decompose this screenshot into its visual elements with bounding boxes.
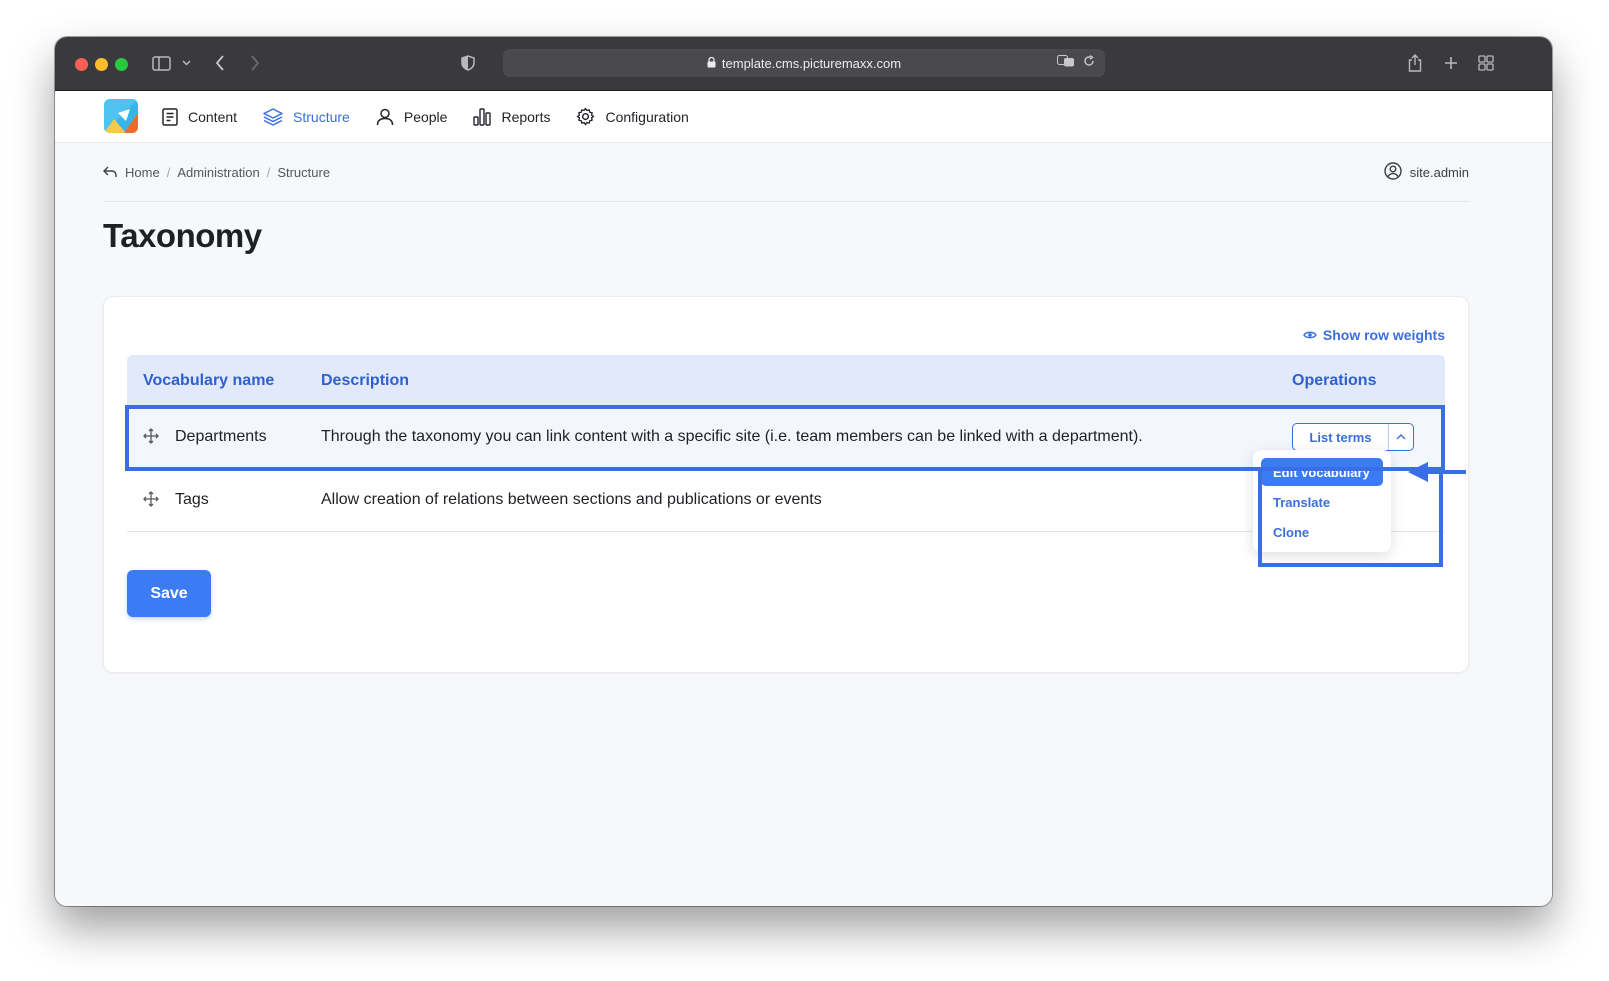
nav-item-reports[interactable]: Reports — [473, 107, 551, 126]
lock-icon — [707, 56, 716, 71]
vocabulary-description: Allow creation of relations between sect… — [321, 491, 822, 508]
save-button[interactable]: Save — [127, 570, 211, 617]
page-title: Taxonomy — [103, 217, 262, 254]
browser-toolbar: template.cms.picturemaxx.com — [55, 37, 1552, 91]
column-header-operations: Operations — [1292, 372, 1377, 389]
nav-item-label: People — [403, 108, 448, 125]
vocabulary-name: Tags — [175, 491, 209, 508]
column-header-name: Vocabulary name — [143, 372, 275, 389]
nav-item-label: Configuration — [605, 108, 689, 125]
drag-handle-icon[interactable] — [143, 491, 159, 512]
vocabulary-description: Through the taxonomy you can link conten… — [321, 428, 1143, 445]
table-row: Departments Through the taxonomy you can… — [127, 406, 1445, 469]
translate-link[interactable]: Translate — [1261, 488, 1383, 516]
nav-item-label: Reports — [501, 108, 551, 125]
drag-handle-icon[interactable] — [143, 428, 159, 449]
back-arrow-icon[interactable] — [103, 166, 117, 178]
edit-vocabulary-link[interactable]: Edit vocabulary — [1261, 458, 1383, 486]
user-circle-icon — [1384, 161, 1402, 183]
gear-icon — [576, 107, 595, 126]
zoom-window-button[interactable] — [115, 58, 128, 71]
bar-chart-icon — [473, 107, 492, 126]
share-icon[interactable] — [1405, 50, 1425, 76]
address-bar[interactable]: template.cms.picturemaxx.com — [503, 49, 1105, 77]
site-logo[interactable] — [104, 99, 138, 133]
chevron-down-icon[interactable] — [179, 50, 193, 76]
show-row-weights-label: Show row weights — [1322, 327, 1445, 343]
vocabulary-name: Departments — [175, 428, 267, 445]
person-icon — [376, 108, 394, 126]
tab-overview-icon[interactable] — [1476, 50, 1496, 76]
top-navigation: Content Structure People Reports Configu… — [55, 91, 1552, 143]
close-window-button[interactable] — [75, 58, 88, 71]
minimize-window-button[interactable] — [95, 58, 108, 71]
back-icon[interactable] — [210, 50, 230, 76]
chevron-up-icon[interactable] — [1389, 424, 1413, 450]
sidebar-icon[interactable] — [149, 50, 173, 76]
browser-window: template.cms.picturemaxx.com Content Str… — [55, 37, 1552, 906]
nav-item-label: Content — [188, 108, 238, 125]
nav-item-content[interactable]: Content — [162, 107, 238, 126]
breadcrumb: Home / Administration / Structure site.a… — [103, 143, 1469, 202]
document-icon — [162, 107, 178, 126]
table-row: Tags Allow creation of relations between… — [127, 469, 1445, 532]
nav-item-structure[interactable]: Structure — [263, 107, 350, 126]
shield-icon[interactable] — [458, 50, 478, 76]
operations-dropdown-menu: Edit vocabulary Translate Clone — [1253, 450, 1391, 552]
breadcrumb-separator: / — [266, 164, 271, 180]
show-row-weights-link[interactable]: Show row weights — [1303, 327, 1445, 343]
nav-item-people[interactable]: People — [376, 108, 448, 126]
breadcrumb-administration[interactable]: Administration — [177, 165, 259, 180]
breadcrumb-separator: / — [166, 164, 171, 180]
breadcrumb-structure[interactable]: Structure — [277, 165, 330, 180]
pointer-arrow-icon — [1406, 460, 1468, 489]
url-text: template.cms.picturemaxx.com — [721, 55, 902, 71]
reload-icon[interactable] — [1083, 54, 1095, 70]
breadcrumb-home[interactable]: Home — [125, 165, 160, 180]
cms-page: Content Structure People Reports Configu… — [55, 91, 1552, 906]
table-header: Vocabulary name Description Operations — [127, 355, 1445, 406]
new-tab-icon[interactable] — [1441, 50, 1461, 76]
nav-item-configuration[interactable]: Configuration — [576, 107, 689, 126]
vocabulary-card: Show row weights Vocabulary name Descrip… — [103, 296, 1469, 673]
forward-icon[interactable] — [245, 50, 265, 76]
column-header-description: Description — [321, 372, 410, 389]
nav-item-label: Structure — [293, 108, 350, 125]
clone-link[interactable]: Clone — [1261, 518, 1383, 546]
layers-icon — [263, 107, 283, 126]
user-name: site.admin — [1409, 164, 1469, 180]
list-terms-button[interactable]: List terms — [1293, 424, 1389, 450]
translate-icon[interactable] — [1057, 55, 1075, 70]
operations-dropbutton: List terms — [1292, 423, 1414, 451]
user-menu[interactable]: site.admin — [1384, 143, 1469, 201]
eye-icon — [1303, 327, 1317, 343]
